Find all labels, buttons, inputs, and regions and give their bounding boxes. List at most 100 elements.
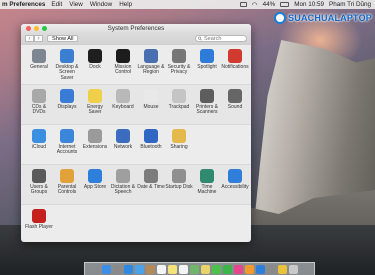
pane-startup-disk[interactable]: Startup Disk bbox=[165, 169, 193, 190]
pane-label: CDs & DVDs bbox=[31, 104, 47, 116]
pane-users-groups[interactable]: Users & Groups bbox=[25, 169, 53, 196]
globe-icon bbox=[116, 129, 130, 143]
preferences-grid: General Desktop & Screen Saver Dock Mission… bbox=[21, 45, 251, 242]
system-preferences-icon[interactable] bbox=[266, 264, 276, 274]
lock-icon bbox=[172, 49, 186, 63]
pane-mission-control[interactable]: Mission Control bbox=[109, 49, 137, 76]
users-icon bbox=[32, 169, 46, 183]
pane-energy-saver[interactable]: Energy Saver bbox=[81, 89, 109, 116]
messages-icon[interactable] bbox=[211, 264, 221, 274]
battery-icon[interactable] bbox=[280, 2, 290, 7]
pane-printers-scanners[interactable]: Printers & Scanners bbox=[193, 89, 221, 116]
pane-label: Desktop & Screen Saver bbox=[55, 64, 79, 81]
flash-icon bbox=[32, 209, 46, 223]
pane-spotlight[interactable]: Spotlight bbox=[193, 49, 221, 70]
pane-label: Language & Region bbox=[137, 64, 165, 76]
calendar-icon[interactable] bbox=[156, 264, 166, 274]
pane-sound[interactable]: Sound bbox=[221, 89, 249, 110]
user-name[interactable]: Pham Tri Dũng bbox=[329, 1, 371, 8]
pane-cds-dvds[interactable]: CDs & DVDs bbox=[25, 89, 53, 116]
itunes-icon[interactable] bbox=[233, 264, 243, 274]
contacts-icon[interactable] bbox=[145, 264, 155, 274]
pane-label: Users & Groups bbox=[30, 184, 48, 196]
pane-label: General bbox=[30, 64, 48, 70]
pane-keyboard[interactable]: Keyboard bbox=[109, 89, 137, 110]
pane-time-machine[interactable]: Time Machine bbox=[193, 169, 221, 196]
mail-icon[interactable] bbox=[134, 264, 144, 274]
pane-notifications[interactable]: Notifications bbox=[221, 49, 249, 70]
chrome-icon[interactable] bbox=[277, 264, 287, 274]
pane-label: Mouse bbox=[143, 104, 159, 110]
pane-internet-accounts[interactable]: Internet Accounts bbox=[53, 129, 81, 156]
pane-label: Printers & Scanners bbox=[196, 104, 218, 116]
chevron-left-icon: ‹ bbox=[28, 35, 31, 42]
reminders-icon[interactable] bbox=[178, 264, 188, 274]
at-icon bbox=[60, 129, 74, 143]
menu-view[interactable]: View bbox=[69, 1, 83, 8]
pane-bluetooth[interactable]: Bluetooth bbox=[137, 129, 165, 150]
pane-mouse[interactable]: Mouse bbox=[137, 89, 165, 110]
pane-label: Keyboard bbox=[112, 104, 134, 110]
wifi-icon[interactable]: ◠ bbox=[252, 1, 258, 9]
pane-label: Mission Control bbox=[114, 64, 132, 76]
pane-displays[interactable]: Displays bbox=[53, 89, 81, 110]
pane-parental-controls[interactable]: Parental Controls bbox=[53, 169, 81, 196]
pane-label: Accessibility bbox=[221, 184, 249, 190]
pane-trackpad[interactable]: Trackpad bbox=[165, 89, 193, 110]
pane-accessibility[interactable]: Accessibility bbox=[221, 169, 249, 190]
pane-label: Notifications bbox=[221, 64, 249, 70]
forward-button[interactable]: › bbox=[34, 35, 43, 42]
menu-help[interactable]: Help bbox=[119, 1, 132, 8]
pane-desktop-screen-saver[interactable]: Desktop & Screen Saver bbox=[53, 49, 81, 81]
launchpad-icon[interactable] bbox=[112, 264, 122, 274]
title-bar[interactable]: System Preferences bbox=[21, 24, 251, 33]
pane-dictation-speech[interactable]: Dictation & Speech bbox=[109, 169, 137, 196]
trash-icon[interactable] bbox=[288, 264, 298, 274]
pane-label: Spotlight bbox=[197, 64, 217, 70]
maps-icon[interactable] bbox=[189, 264, 199, 274]
menu-bar: m Preferences Edit View Window Help ◠ 44… bbox=[0, 0, 375, 9]
notifications-icon bbox=[228, 49, 242, 63]
pane-network[interactable]: Network bbox=[109, 129, 137, 150]
airplay-icon[interactable] bbox=[239, 2, 247, 7]
status-area: ◠ 44% Mon 10:59 Pham Tri Dũng bbox=[239, 0, 371, 9]
ibooks-icon[interactable] bbox=[244, 264, 254, 274]
pane-general[interactable]: General bbox=[25, 49, 53, 70]
finder-icon[interactable] bbox=[101, 264, 111, 274]
watermark-text: SUACHUALAPTOP bbox=[288, 13, 372, 23]
pane-label: Trackpad bbox=[168, 104, 190, 110]
app-store-icon[interactable] bbox=[255, 264, 265, 274]
app-menu[interactable]: m Preferences bbox=[2, 1, 45, 8]
pane-security-privacy[interactable]: Security & Privacy bbox=[165, 49, 193, 76]
pane-dock[interactable]: Dock bbox=[81, 49, 109, 70]
chevron-right-icon: › bbox=[37, 35, 40, 42]
microphone-icon bbox=[116, 169, 130, 183]
pane-language-region[interactable]: Language & Region bbox=[137, 49, 165, 76]
dock-icon bbox=[88, 49, 102, 63]
clock[interactable]: Mon 10:59 bbox=[294, 1, 324, 8]
search-field[interactable] bbox=[195, 35, 247, 42]
pane-date-time[interactable]: Date & Time bbox=[137, 169, 165, 190]
facetime-icon[interactable] bbox=[222, 264, 232, 274]
back-button[interactable]: ‹ bbox=[25, 35, 34, 42]
pane-icloud[interactable]: iCloud bbox=[25, 129, 53, 150]
photos-icon[interactable] bbox=[200, 264, 210, 274]
time-machine-icon bbox=[200, 169, 214, 183]
mouse-icon bbox=[144, 89, 158, 103]
menu-window[interactable]: Window bbox=[90, 1, 112, 8]
bulb-icon bbox=[88, 89, 102, 103]
show-all-button[interactable]: Show All bbox=[47, 35, 79, 42]
pane-flash-player[interactable]: Flash Player bbox=[25, 209, 53, 230]
search-input[interactable] bbox=[204, 35, 246, 42]
pane-sharing[interactable]: Sharing bbox=[165, 129, 193, 150]
menu-edit[interactable]: Edit bbox=[51, 1, 62, 8]
pane-label: Extensions bbox=[82, 144, 108, 150]
pane-extensions[interactable]: Extensions bbox=[81, 129, 109, 150]
clock-icon bbox=[144, 169, 158, 183]
flag-icon bbox=[144, 49, 158, 63]
notes-icon[interactable] bbox=[167, 264, 177, 274]
safari-icon[interactable] bbox=[123, 264, 133, 274]
extensions-icon bbox=[88, 129, 102, 143]
mission-control-icon bbox=[116, 49, 130, 63]
pane-app-store[interactable]: App Store bbox=[81, 169, 109, 190]
